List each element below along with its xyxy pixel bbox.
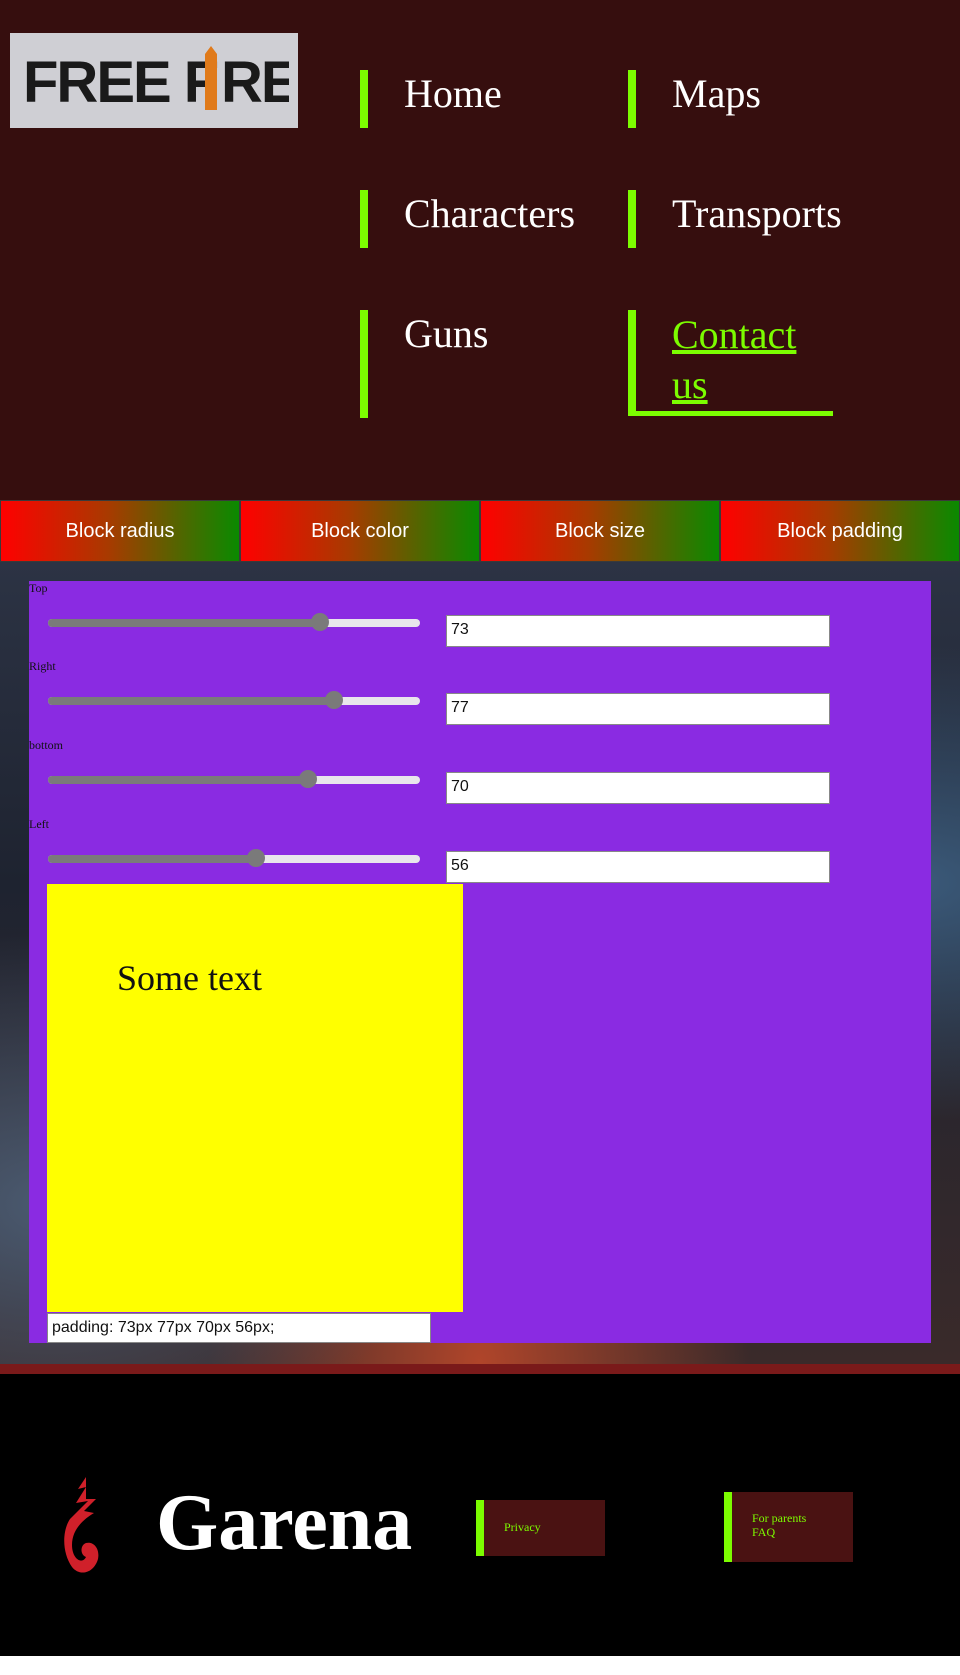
demo-block-text: Some text [117,958,262,998]
block-tabs: Block radius Block color Block size Bloc… [0,500,960,562]
slider-bottom[interactable] [48,770,420,788]
nav-home-label[interactable]: Home [404,70,560,118]
slider-fill [48,619,320,627]
slider-top[interactable] [48,613,420,631]
slider-fill [48,697,335,705]
padding-right-input[interactable]: 77 [446,693,830,725]
footer-link-privacy-label[interactable]: Privacy [504,1520,541,1534]
nav-home[interactable]: Home [360,70,560,128]
divider-strip [0,1364,960,1374]
css-output-field[interactable]: padding: 73px 77px 70px 56px; [47,1313,431,1343]
slider-right[interactable] [48,691,420,709]
tab-block-radius[interactable]: Block radius [0,500,240,562]
footer-link-privacy[interactable]: Privacy [476,1500,605,1556]
slider-thumb[interactable] [299,770,318,788]
free-fire-logo[interactable]: FREE F RE [10,33,298,128]
padding-left-input[interactable]: 56 [446,851,830,883]
slider-fill [48,855,257,863]
nav-contact-us[interactable]: Contact us [628,310,833,416]
nav-characters[interactable]: Characters [360,190,600,248]
footer-link-parents-label[interactable]: For parents [752,1511,853,1525]
padding-top-input[interactable]: 73 [446,615,830,647]
nav-contact-label-line1[interactable]: Contact [672,310,833,360]
garena-brand: Garena [156,1479,413,1567]
nav-guns-label[interactable]: Guns [404,310,560,358]
tab-block-padding[interactable]: Block padding [720,500,960,562]
slider-label-left: Left [29,817,49,831]
nav-maps-label[interactable]: Maps [672,70,848,118]
nav-contact-label-line2[interactable]: us [672,360,833,410]
slider-label-bottom: bottom [29,738,64,752]
nav-transports-label[interactable]: Transports [672,190,868,238]
svg-text:FREE F: FREE F [23,50,218,115]
nav-characters-label[interactable]: Characters [404,190,600,238]
nav-guns[interactable]: Guns [360,310,560,418]
slider-thumb[interactable] [247,849,266,867]
site-header: FREE F RE Home Maps Characters Transport… [0,0,960,500]
garena-dragon-icon [64,1477,99,1573]
slider-fill [48,776,309,784]
slider-label-right: Right [29,659,56,673]
slider-thumb[interactable] [310,613,329,631]
tab-block-size[interactable]: Block size [480,500,720,562]
footer-link-faq-label[interactable]: FAQ [752,1525,853,1539]
demo-block: Some text [47,884,463,1312]
tab-block-color[interactable]: Block color [240,500,480,562]
slider-left[interactable] [48,849,420,867]
slider-label-top: Top [29,581,48,595]
nav-maps[interactable]: Maps [628,70,848,128]
nav-transports[interactable]: Transports [628,190,868,248]
svg-text:RE: RE [221,50,289,115]
footer-link-parents[interactable]: For parents FAQ [724,1492,853,1562]
slider-thumb[interactable] [325,691,344,709]
padding-bottom-input[interactable]: 70 [446,772,830,804]
free-fire-logo-icon: FREE F RE [23,45,289,115]
